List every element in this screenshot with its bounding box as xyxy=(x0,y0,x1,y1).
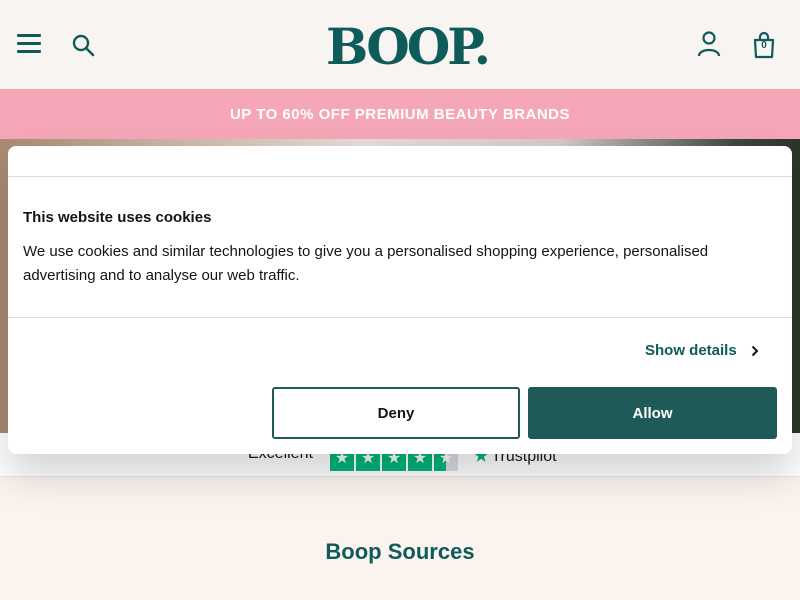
promo-text: UP TO 60% OFF PREMIUM BEAUTY BRANDS xyxy=(229,105,571,123)
cookie-dialog-title: This website uses cookies xyxy=(23,209,212,226)
bag-count: 0 xyxy=(761,40,767,51)
show-details-label: Show details xyxy=(645,342,737,359)
deny-button[interactable]: Deny xyxy=(272,387,520,439)
cookie-dialog-body: We use cookies and similar technologies … xyxy=(23,243,709,284)
section-title: Boop Sources xyxy=(325,539,475,564)
show-details-link[interactable]: Show details xyxy=(645,342,759,359)
search-icon[interactable] xyxy=(71,33,95,57)
divider xyxy=(8,317,792,318)
menu-icon[interactable] xyxy=(17,34,41,54)
account-icon[interactable] xyxy=(697,31,721,57)
site-header: BOOP. 0 xyxy=(0,0,800,89)
divider xyxy=(8,176,792,177)
sources-section: Boop Sources xyxy=(0,477,800,600)
cookie-consent-dialog: This website uses cookies We use cookies… xyxy=(8,146,792,454)
allow-button[interactable]: Allow xyxy=(528,387,777,439)
boop-logo[interactable]: BOOP. xyxy=(326,20,491,74)
chevron-right-icon xyxy=(751,345,759,356)
promo-banner[interactable]: UP TO 60% OFF PREMIUM BEAUTY BRANDS xyxy=(0,89,800,139)
shopping-bag-icon[interactable]: 0 xyxy=(752,31,776,59)
